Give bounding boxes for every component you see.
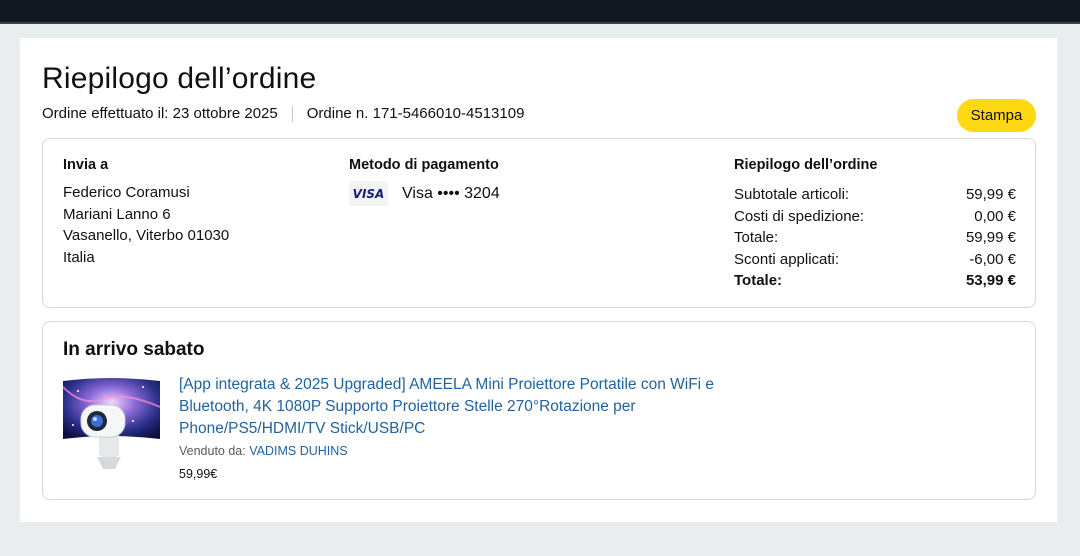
summary-label: Totale: bbox=[734, 229, 779, 247]
summary-row: Totale: 59,99 € bbox=[734, 227, 1016, 249]
seller-link[interactable]: VADIMS DUHINS bbox=[249, 444, 347, 458]
order-details-box: Invia a Federico Coramusi Mariani Lanno … bbox=[42, 138, 1036, 308]
grand-total-label: Totale: bbox=[734, 272, 783, 290]
top-navigation-bar bbox=[0, 0, 1080, 24]
summary-row: Costi di spedizione: 0,00 € bbox=[734, 206, 1016, 228]
summary-label: Sconti applicati: bbox=[734, 250, 840, 268]
page-title: Riepilogo dell’ordine bbox=[42, 62, 317, 95]
address-line: Federico Coramusi bbox=[63, 184, 190, 201]
summary-label: Costi di spedizione: bbox=[734, 207, 865, 225]
summary-value: 0,00 € bbox=[974, 207, 1016, 225]
summary-row: Sconti applicati: -6,00 € bbox=[734, 249, 1016, 271]
payment-heading: Metodo di pagamento bbox=[349, 157, 499, 173]
product-thumbnail[interactable] bbox=[63, 377, 160, 473]
shipping-address: Federico Coramusi Mariani Lanno 6 Vasane… bbox=[63, 182, 229, 269]
grand-total-value: 53,99 € bbox=[965, 272, 1016, 290]
summary-value: 59,99 € bbox=[965, 229, 1016, 247]
summary-value: -6,00 € bbox=[969, 250, 1016, 268]
summary-label: Subtotale articoli: bbox=[734, 186, 850, 203]
meta-divider bbox=[291, 105, 293, 122]
delivery-box: In arrivo sabato [App integrata & 2025 U… bbox=[42, 321, 1036, 500]
payment-method: VISA Visa •••• 3204 bbox=[349, 181, 500, 206]
sold-by-label: Venduto da: bbox=[179, 444, 246, 458]
product-price: 59,99€ bbox=[179, 467, 218, 481]
order-meta: Ordine effettuato il: 23 ottobre 2025 Or… bbox=[42, 105, 524, 122]
order-summary-page: Riepilogo dell’ordine Ordine effettuato … bbox=[20, 38, 1057, 522]
address-line: Italia bbox=[63, 249, 95, 267]
order-totals: Subtotale articoli: 59,99 € Costi di spe… bbox=[734, 184, 1016, 292]
order-date: Ordine effettuato il: 23 ottobre 2025 bbox=[42, 105, 278, 122]
shipping-heading: Invia a bbox=[63, 157, 109, 173]
product-title-link[interactable]: [App integrata & 2025 Upgraded] AMEELA M… bbox=[179, 374, 719, 440]
seller-info: Venduto da: VADIMS DUHINS bbox=[179, 444, 348, 458]
visa-card-icon: VISA bbox=[349, 181, 388, 206]
address-line: Vasanello, Viterbo 01030 bbox=[63, 227, 230, 245]
summary-row: Subtotale articoli: 59,99 € bbox=[734, 184, 1016, 206]
card-number: Visa •••• 3204 bbox=[402, 184, 500, 202]
order-number: Ordine n. 171-5466010-4513109 bbox=[306, 105, 525, 122]
grand-total-row: Totale: 53,99 € bbox=[734, 270, 1016, 292]
summary-value: 59,99 € bbox=[965, 186, 1016, 203]
delivery-status-heading: In arrivo sabato bbox=[63, 339, 205, 360]
print-button[interactable]: Stampa bbox=[957, 99, 1036, 132]
address-line: Mariani Lanno 6 bbox=[63, 205, 171, 223]
summary-heading: Riepilogo dell’ordine bbox=[734, 157, 878, 173]
